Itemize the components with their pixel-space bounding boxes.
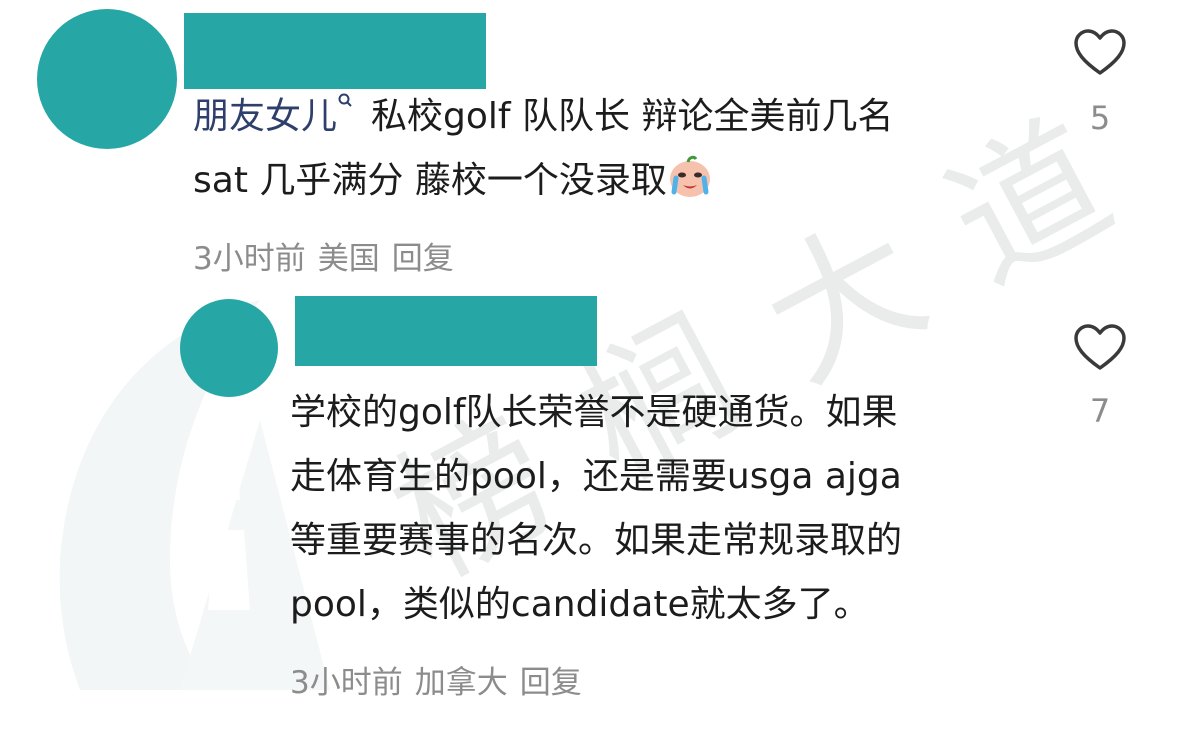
mention-link[interactable]: 朋友女儿 xyxy=(193,96,337,137)
avatar[interactable] xyxy=(180,299,278,397)
comment-body: 朋友女儿 私校golf 队队长 辩论全美前几名 sat 几乎满分 藤校一个没录取 xyxy=(193,85,893,213)
comment-meta: 3小时前 美国 回复 xyxy=(193,233,466,278)
location: 加拿大 xyxy=(414,665,508,701)
username-redacted[interactable] xyxy=(295,296,597,366)
timestamp: 3小时前 xyxy=(193,241,306,277)
comment-line: 学校的golf队长荣誉不是硬通货。如果 xyxy=(290,392,898,433)
search-icon xyxy=(338,93,352,107)
comment-line: 朋友女儿 私校golf 队队长 辩论全美前几名 xyxy=(193,85,893,149)
avatar[interactable] xyxy=(37,9,177,149)
comment-line: sat 几乎满分 藤校一个没录取 xyxy=(193,149,893,213)
comment-body: 学校的golf队长荣誉不是硬通货。如果 走体育生的pool，还是需要usga a… xyxy=(290,381,902,637)
comment-line: 走体育生的pool，还是需要usga ajga xyxy=(290,456,902,497)
comment-line: 等重要赛事的名次。如果走常规录取的 xyxy=(290,520,903,561)
comment-meta: 3小时前 加拿大 回复 xyxy=(290,657,594,702)
comment-line-text: sat 几乎满分 藤校一个没录取 xyxy=(193,160,667,201)
like-count: 5 xyxy=(1089,99,1111,137)
location: 美国 xyxy=(317,241,380,277)
reply-button[interactable]: 回复 xyxy=(520,665,582,701)
timestamp: 3小时前 xyxy=(290,665,403,701)
comment-line-text: 私校golf 队队长 辩论全美前几名 xyxy=(371,96,894,137)
like-count: 7 xyxy=(1089,392,1111,430)
comment-line: pool，类似的candidate就太多了。 xyxy=(290,584,870,625)
username-redacted[interactable] xyxy=(184,13,486,89)
heart-outline-icon[interactable] xyxy=(1073,323,1127,373)
reply-button[interactable]: 回复 xyxy=(392,241,454,277)
crying-face-emoji-icon xyxy=(669,155,710,197)
heart-outline-icon[interactable] xyxy=(1073,28,1127,78)
